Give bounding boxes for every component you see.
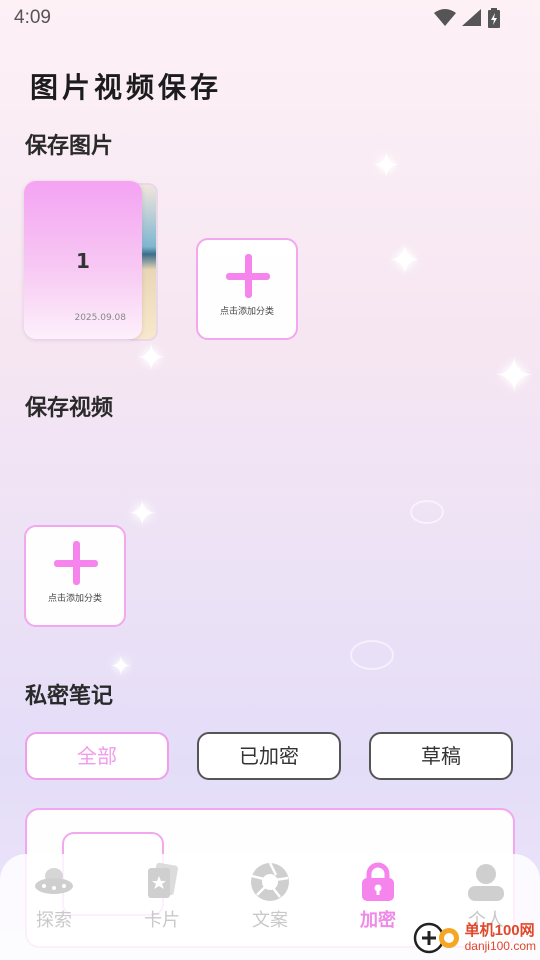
status-icons bbox=[434, 8, 500, 28]
battery-icon bbox=[488, 8, 500, 28]
person-icon bbox=[468, 864, 504, 901]
photo-album-cover: 1 2025.09.08 bbox=[24, 181, 142, 339]
nav-item-explore[interactable]: 探索 bbox=[0, 854, 108, 950]
photos-section-title: 保存图片 bbox=[25, 133, 114, 158]
photo-album-card[interactable]: 1 2025.09.08 bbox=[24, 181, 158, 341]
glow-decoration bbox=[350, 640, 394, 670]
sparkle-decoration: ✦ bbox=[372, 146, 401, 186]
sparkle-decoration: ✦ bbox=[128, 494, 157, 534]
signal-icon bbox=[462, 9, 481, 26]
glow-decoration bbox=[410, 500, 444, 524]
nav-item-cards[interactable]: 卡片 bbox=[108, 854, 216, 950]
nav-label-explore: 探索 bbox=[36, 910, 72, 930]
sparkle-decoration: ✦ bbox=[136, 338, 167, 379]
filter-draft-button[interactable]: 草稿 bbox=[369, 732, 513, 780]
app-title: 图片视频保存 bbox=[30, 66, 222, 106]
filter-all-button[interactable]: 全部 bbox=[25, 732, 169, 780]
nav-label-cards: 卡片 bbox=[144, 910, 180, 930]
watermark-logo bbox=[413, 920, 461, 956]
lock-icon bbox=[362, 862, 394, 901]
sparkle-decoration: ✦ bbox=[494, 348, 535, 404]
app-title-text: 图片视频保存 bbox=[30, 71, 223, 104]
status-time: 4:09 bbox=[14, 7, 51, 28]
add-video-category-button[interactable]: 点击添加分类 bbox=[24, 525, 126, 627]
wifi-icon bbox=[434, 9, 456, 26]
sparkle-decoration: ✦ bbox=[110, 652, 132, 682]
aperture-icon bbox=[251, 862, 289, 901]
cards-icon bbox=[148, 862, 178, 898]
sparkle-decoration: ✦ bbox=[388, 238, 422, 284]
watermark-url: danji100.com bbox=[464, 939, 536, 953]
videos-section-title: 保存视频 bbox=[25, 395, 114, 420]
plus-icon bbox=[54, 541, 98, 585]
plus-icon bbox=[226, 254, 270, 298]
watermark-name: 单机100网 bbox=[464, 922, 535, 939]
add-photo-category-button[interactable]: 点击添加分类 bbox=[196, 238, 298, 340]
status-bar: 4:09 bbox=[0, 0, 540, 36]
album-date: 2025.09.08 bbox=[74, 313, 126, 323]
nav-item-copywriting[interactable]: 文案 bbox=[216, 854, 324, 950]
nav-label-copywriting: 文案 bbox=[252, 910, 288, 930]
add-category-label: 点击添加分类 bbox=[219, 307, 274, 317]
filter-encrypted-button[interactable]: 已加密 bbox=[197, 732, 341, 780]
add-category-label: 点击添加分类 bbox=[47, 594, 102, 604]
watermark: 单机100网 danji100.com bbox=[413, 920, 536, 956]
album-count: 1 bbox=[76, 249, 90, 273]
ufo-icon bbox=[35, 868, 73, 894]
notes-section-title: 私密笔记 bbox=[25, 683, 114, 708]
